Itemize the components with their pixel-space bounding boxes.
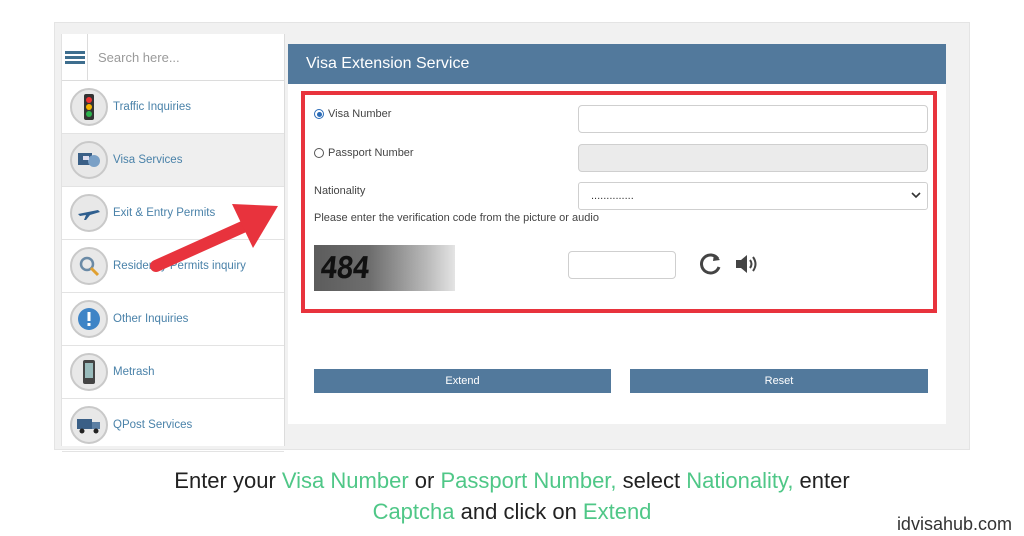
visa-number-input[interactable]: [578, 105, 928, 133]
sidebar-item-other-inquiries[interactable]: Other Inquiries: [62, 293, 284, 346]
caption-text: Enter your: [174, 468, 282, 493]
caption-highlight: Visa Number: [281, 468, 409, 493]
sidebar-item-qpost-services[interactable]: QPost Services: [62, 399, 284, 452]
caption-text: enter: [793, 468, 850, 493]
passport-number-option[interactable]: Passport Number: [314, 147, 414, 159]
caption-text: select: [616, 468, 687, 493]
speaker-icon[interactable]: [734, 252, 760, 276]
passport-number-label: Passport Number: [328, 147, 414, 159]
chevron-down-icon: [911, 192, 921, 199]
visa-services-icon: [70, 141, 108, 179]
caption-highlight: Extend: [582, 499, 652, 524]
caption-highlight: Captcha: [372, 499, 455, 524]
caption-line-1: Enter your Visa Number or Passport Numbe…: [0, 468, 1024, 494]
airplane-icon: [70, 194, 108, 232]
panel-title: Visa Extension Service: [288, 44, 946, 84]
visa-number-option[interactable]: Visa Number: [314, 108, 391, 120]
caption-highlight: Passport Number,: [440, 468, 617, 493]
caption-line-2: Captcha and click on Extend: [0, 499, 1024, 525]
sidebar-item-label: QPost Services: [113, 419, 193, 431]
residency-search-icon: [70, 247, 108, 285]
visa-extension-panel: Visa Extension Service Visa Number Passp…: [288, 44, 946, 424]
sidebar-item-visa-services[interactable]: Visa Services: [62, 134, 284, 187]
captcha-image: 484: [314, 245, 455, 291]
reset-button[interactable]: Reset: [630, 369, 928, 393]
traffic-light-icon: [70, 88, 108, 126]
brand-watermark: idvisahub.com: [896, 514, 1012, 534]
nationality-select[interactable]: ..............: [578, 182, 928, 210]
passport-number-radio[interactable]: [314, 148, 324, 158]
extend-button[interactable]: Extend: [314, 369, 611, 393]
sidebar-top: [62, 34, 284, 81]
visa-number-label: Visa Number: [328, 108, 392, 120]
nationality-value: ..............: [591, 190, 634, 202]
sidebar-item-traffic-inquiries[interactable]: Traffic Inquiries: [62, 81, 284, 134]
sidebar-item-metrash[interactable]: Metrash: [62, 346, 284, 399]
sidebar-item-label: Metrash: [113, 366, 155, 378]
verification-instructions: Please enter the verification code from …: [314, 212, 599, 224]
sidebar-item-label: Visa Services: [113, 154, 183, 166]
annotation-arrow: [150, 204, 278, 272]
search-input[interactable]: [88, 34, 284, 80]
captcha-text: 484: [318, 250, 371, 286]
captcha-input[interactable]: [568, 251, 676, 279]
nationality-label: Nationality: [314, 185, 366, 197]
visa-number-radio[interactable]: [314, 109, 324, 119]
post-truck-icon: [70, 406, 108, 444]
refresh-icon[interactable]: [698, 251, 724, 277]
caption-text: or: [408, 468, 441, 493]
sidebar-item-label: Other Inquiries: [113, 313, 189, 325]
exclamation-icon: [70, 300, 108, 338]
phone-device-icon: [70, 353, 108, 391]
caption-highlight: Nationality,: [686, 468, 794, 493]
caption-text: and click on: [454, 499, 583, 524]
hamburger-menu-icon[interactable]: [62, 34, 88, 80]
passport-number-input[interactable]: [578, 144, 928, 172]
sidebar-item-label: Traffic Inquiries: [113, 101, 191, 113]
